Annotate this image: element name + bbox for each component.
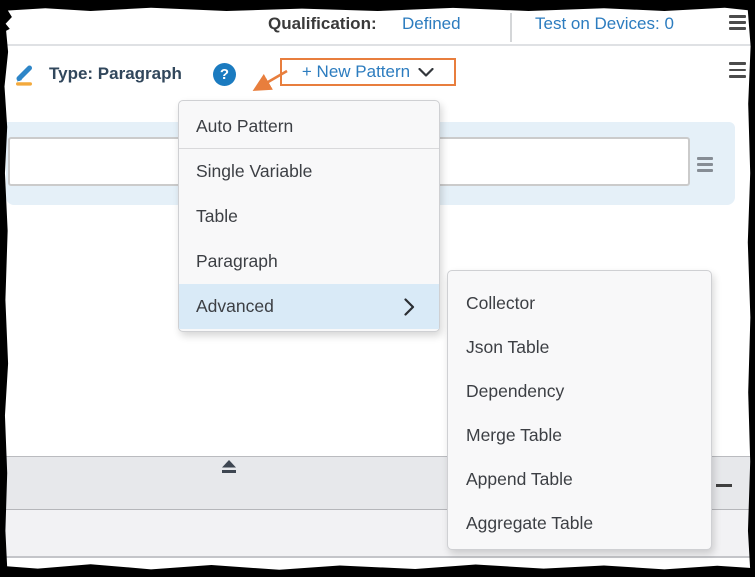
app-window: Qualification: Defined Test on Devices: … bbox=[0, 0, 755, 577]
menu-item-label: Aggregate Table bbox=[466, 513, 593, 534]
expand-up-icon[interactable] bbox=[219, 459, 239, 475]
menu-item-single-variable[interactable]: Single Variable bbox=[179, 149, 439, 194]
menu-item-label: Json Table bbox=[466, 337, 549, 358]
menu-item-label: Merge Table bbox=[466, 425, 562, 446]
menu-item-label: Dependency bbox=[466, 381, 564, 402]
advanced-submenu: Collector Json Table Dependency Merge Ta… bbox=[447, 270, 712, 550]
menu-item-label: Collector bbox=[466, 293, 535, 314]
menu-item-paragraph[interactable]: Paragraph bbox=[179, 239, 439, 284]
menu-item-advanced[interactable]: Advanced bbox=[179, 284, 439, 329]
menu-item-label: Auto Pattern bbox=[196, 116, 293, 137]
menu-icon[interactable] bbox=[729, 15, 746, 30]
pattern-options-menu-icon[interactable] bbox=[729, 62, 746, 78]
help-icon[interactable]: ? bbox=[213, 63, 236, 86]
chevron-down-icon bbox=[418, 68, 434, 77]
new-pattern-button[interactable]: + New Pattern bbox=[280, 58, 456, 86]
new-pattern-label: + New Pattern bbox=[302, 62, 410, 82]
submenu-item-collector[interactable]: Collector bbox=[448, 281, 711, 325]
submenu-item-merge-table[interactable]: Merge Table bbox=[448, 413, 711, 457]
menu-item-label: Paragraph bbox=[196, 251, 278, 272]
topbar-separator bbox=[510, 13, 512, 42]
help-icon-glyph: ? bbox=[220, 66, 229, 83]
menu-item-label: Advanced bbox=[196, 296, 274, 317]
minimize-icon[interactable] bbox=[715, 476, 733, 494]
chevron-right-icon bbox=[404, 298, 415, 316]
submenu-item-json-table[interactable]: Json Table bbox=[448, 325, 711, 369]
menu-item-table[interactable]: Table bbox=[179, 194, 439, 239]
menu-item-label: Table bbox=[196, 206, 238, 227]
type-label: Type: Paragraph bbox=[49, 64, 182, 84]
submenu-item-append-table[interactable]: Append Table bbox=[448, 457, 711, 501]
test-on-devices-link[interactable]: Test on Devices: 0 bbox=[535, 14, 674, 34]
menu-item-label: Append Table bbox=[466, 469, 573, 490]
topbar-divider-line bbox=[0, 44, 755, 46]
submenu-item-aggregate-table[interactable]: Aggregate Table bbox=[448, 501, 711, 545]
input-options-icon[interactable] bbox=[697, 157, 713, 172]
footer-line bbox=[0, 556, 755, 558]
submenu-item-dependency[interactable]: Dependency bbox=[448, 369, 711, 413]
qualification-value-link[interactable]: Defined bbox=[402, 14, 461, 34]
screenshot-border bbox=[0, 0, 755, 11]
qualification-label: Qualification: bbox=[268, 14, 377, 34]
new-pattern-dropdown: Auto Pattern Single Variable Table Parag… bbox=[178, 100, 440, 332]
menu-item-label: Single Variable bbox=[196, 161, 312, 182]
screenshot-border bbox=[0, 561, 755, 577]
edit-pencil-icon bbox=[12, 61, 38, 87]
menu-item-auto-pattern[interactable]: Auto Pattern bbox=[179, 104, 439, 149]
